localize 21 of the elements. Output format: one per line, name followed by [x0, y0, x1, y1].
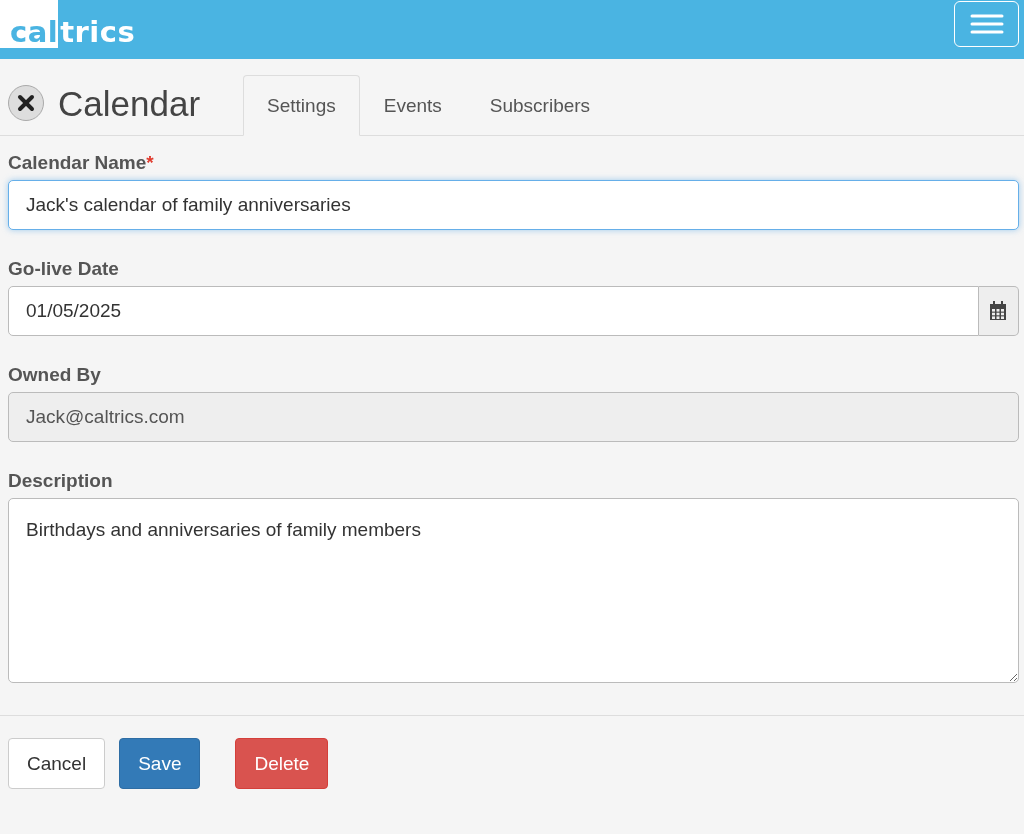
tab[interactable]: Subscribers — [465, 75, 615, 136]
close-icon — [17, 94, 35, 112]
field-label: Owned By — [8, 364, 102, 386]
tab[interactable]: Events — [359, 75, 466, 136]
tab[interactable]: Settings — [243, 75, 360, 136]
calendar-button[interactable] — [978, 286, 1019, 336]
field-label: Go-live Date — [8, 258, 120, 280]
caltrics-logo: caltrics — [0, 0, 136, 48]
close-button[interactable] — [8, 85, 44, 121]
menu-icon — [969, 14, 1004, 34]
description-field[interactable]: Birthdays and anniversaries of family members — [8, 498, 1019, 683]
date-field[interactable]: 01/05/2025 — [8, 286, 979, 336]
owner-field[interactable]: Jack@caltrics.com — [8, 392, 1019, 442]
save-button[interactable]: Save — [119, 738, 201, 789]
delete-button[interactable]: Delete — [235, 738, 329, 789]
field-label: Calendar Name* — [8, 152, 155, 174]
text-field[interactable]: Jack's calendar of family anniversaries — [8, 180, 1019, 230]
cancel-button[interactable]: Cancel — [8, 738, 106, 789]
field-label: Description — [8, 470, 114, 492]
page-title: Calendar — [58, 83, 201, 125]
calendar-icon — [989, 301, 1008, 321]
